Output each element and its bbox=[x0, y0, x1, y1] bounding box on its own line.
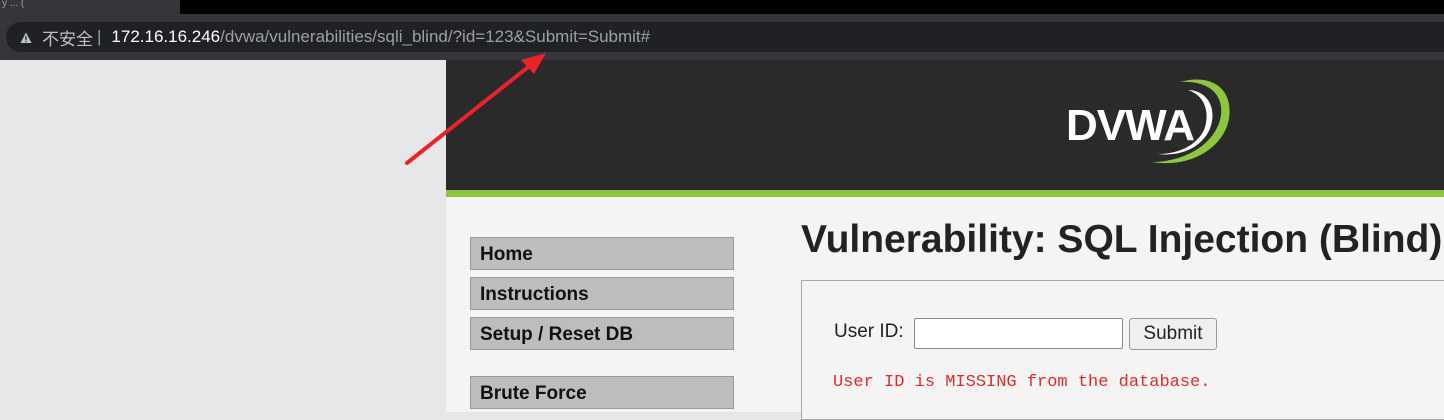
sqli-form-box: User ID: Submit User ID is MISSING from … bbox=[801, 280, 1444, 420]
url-path[interactable]: /dvwa/vulnerabilities/sqli_blind/?id=123… bbox=[220, 27, 650, 47]
menu-item-brute-force[interactable]: Brute Force bbox=[470, 376, 734, 409]
side-menu: Home Instructions Setup / Reset DB Brute… bbox=[470, 237, 734, 416]
submit-button[interactable]: Submit bbox=[1129, 318, 1217, 350]
omnibox-divider: | bbox=[97, 27, 102, 46]
browser-tab-title: y ... ( bbox=[2, 0, 25, 9]
url-host[interactable]: 172.16.16.246 bbox=[111, 27, 220, 47]
page-title: Vulnerability: SQL Injection (Blind) bbox=[801, 218, 1443, 261]
dvwa-logo-text: DVWA bbox=[1066, 101, 1194, 150]
menu-item-instructions[interactable]: Instructions bbox=[470, 277, 734, 310]
user-id-label: User ID: bbox=[834, 321, 904, 342]
user-id-input[interactable] bbox=[914, 318, 1123, 349]
menu-spacer bbox=[470, 357, 734, 376]
browser-toolbar: 不安全 | 172.16.16.246/dvwa/vulnerabilities… bbox=[0, 14, 1444, 60]
dvwa-page: DVWA Home Instructions Setup / Reset DB … bbox=[446, 60, 1444, 420]
dvwa-logo: DVWA bbox=[1066, 79, 1230, 164]
address-bar[interactable]: 不安全 | 172.16.16.246/dvwa/vulnerabilities… bbox=[6, 22, 1444, 52]
not-secure-label[interactable]: 不安全 bbox=[42, 25, 93, 50]
browser-tab[interactable]: y ... ( bbox=[0, 0, 182, 14]
result-message: User ID is MISSING from the database. bbox=[833, 373, 1211, 392]
menu-item-home[interactable]: Home bbox=[470, 237, 734, 270]
menu-item-setup-reset-db[interactable]: Setup / Reset DB bbox=[470, 317, 734, 350]
browser-tab-strip: y ... ( bbox=[0, 0, 1444, 14]
dvwa-header: DVWA bbox=[446, 60, 1444, 197]
warning-triangle-icon[interactable] bbox=[20, 31, 32, 43]
tab-strip-empty-area bbox=[180, 0, 1444, 14]
